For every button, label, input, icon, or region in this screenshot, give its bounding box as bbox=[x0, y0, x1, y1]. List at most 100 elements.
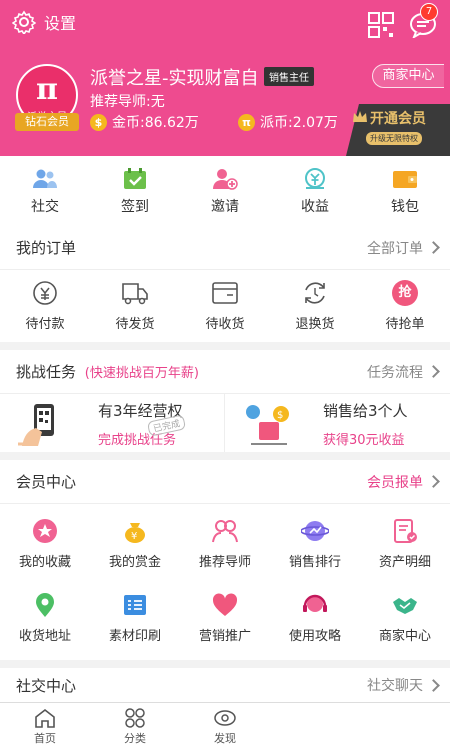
pending-payment-icon bbox=[33, 281, 57, 305]
return-icon bbox=[305, 282, 325, 304]
member-report-label: 会员报单 bbox=[367, 474, 423, 491]
ranking-icon bbox=[301, 521, 329, 541]
member-item-label: 资产明细 bbox=[378, 555, 431, 570]
orders-grid: 待付款 待发货 待收货 退换货 抢 待抢单 bbox=[0, 270, 450, 332]
quick-earnings[interactable]: 收益 bbox=[270, 156, 360, 226]
task-flow-label: 任务流程 bbox=[367, 364, 423, 381]
qr-code-icon[interactable] bbox=[368, 12, 394, 38]
member-favorites[interactable]: 我的收藏 bbox=[0, 518, 90, 570]
open-vip-sub: 升级无限特权 bbox=[366, 132, 422, 145]
member-level-badge: 钻石会员 bbox=[15, 113, 79, 131]
guide-icon bbox=[303, 594, 327, 612]
merchant-icon bbox=[393, 598, 417, 614]
profile-header: 设置 7 π 派誉之星 钻石会员 派誉之星-实现财富自 销售主任 推荐导师:无 … bbox=[0, 0, 450, 156]
mentor-text: 推荐导师:无 bbox=[90, 94, 165, 110]
earnings-icon bbox=[305, 168, 325, 189]
member-assets[interactable]: 资产明细 bbox=[360, 518, 450, 570]
settings-button[interactable]: 设置 bbox=[12, 10, 76, 34]
member-item-label: 销售排行 bbox=[288, 555, 341, 570]
quick-actions: 社交 签到 邀请 收益 钱包 bbox=[0, 156, 450, 226]
pai-coin-icon: π bbox=[238, 113, 255, 131]
quick-social[interactable]: 社交 bbox=[0, 156, 90, 226]
svg-text:$: $ bbox=[277, 410, 283, 421]
challenge-task-2[interactable]: $ 销售给3个人 获得30元收益 bbox=[225, 394, 450, 458]
member-item-label: 收货地址 bbox=[18, 629, 71, 644]
task-flow-link[interactable]: 任务流程 bbox=[367, 362, 440, 382]
challenge-subtitle: (快速挑战百万年薪) bbox=[84, 366, 199, 381]
member-item-label: 我的收藏 bbox=[18, 555, 71, 570]
quick-wallet[interactable]: 钱包 bbox=[360, 156, 450, 226]
orders-title: 我的订单 bbox=[16, 239, 77, 257]
quick-label: 社交 bbox=[31, 199, 59, 215]
social-header: 社交中心 社交聊天 bbox=[0, 668, 450, 702]
order-label: 待抢单 bbox=[385, 317, 425, 332]
nav-blank-5 bbox=[360, 703, 450, 750]
member-title: 会员中心 bbox=[16, 473, 77, 491]
chevron-right-icon bbox=[427, 678, 440, 692]
social-chat-link[interactable]: 社交聊天 bbox=[367, 675, 440, 695]
order-label: 待收货 bbox=[205, 317, 245, 332]
quick-invite[interactable]: 邀请 bbox=[180, 156, 270, 226]
member-print[interactable]: 素材印刷 bbox=[90, 592, 180, 644]
nav-category[interactable]: 分类 bbox=[90, 703, 180, 750]
member-address[interactable]: 收货地址 bbox=[0, 592, 90, 644]
pending-shipment-icon bbox=[122, 283, 148, 305]
user-name: 派誉之星-实现财富自 bbox=[90, 68, 259, 89]
member-guide[interactable]: 使用攻略 bbox=[270, 592, 360, 644]
checkin-icon bbox=[124, 168, 146, 189]
pai-coin-label: 派币:2.07万 bbox=[260, 115, 338, 131]
member-promotion[interactable]: 营销推广 bbox=[180, 592, 270, 644]
chevron-right-icon bbox=[427, 241, 440, 254]
order-pending-shipment[interactable]: 待发货 bbox=[90, 280, 180, 332]
member-report-link[interactable]: 会员报单 bbox=[367, 472, 440, 492]
challenge-section: 挑战任务 (快速挑战百万年薪) 任务流程 有3年经营权 完成挑战任务 已完成 $… bbox=[0, 342, 450, 458]
grab-order-icon: 抢 bbox=[392, 280, 418, 306]
order-pending-payment[interactable]: 待付款 bbox=[0, 280, 90, 332]
message-badge: 7 bbox=[420, 3, 438, 21]
bounty-icon: ¥ bbox=[125, 523, 145, 543]
challenge-header: 挑战任务 (快速挑战百万年薪) 任务流程 bbox=[0, 350, 450, 394]
quick-checkin[interactable]: 签到 bbox=[90, 156, 180, 226]
nav-discover[interactable]: 发现 bbox=[180, 703, 270, 750]
quick-label: 钱包 bbox=[391, 199, 419, 215]
user-title-badge: 销售主任 bbox=[264, 67, 314, 86]
member-grid-row-1: 我的收藏 ¥ 我的赏金 推荐导师 销售排行 资产明细 bbox=[0, 504, 450, 570]
member-ranking[interactable]: 销售排行 bbox=[270, 518, 360, 570]
order-label: 退换货 bbox=[295, 317, 335, 332]
settings-label: 设置 bbox=[44, 14, 77, 33]
quick-label: 邀请 bbox=[211, 199, 239, 215]
orders-section: 我的订单 全部订单 待付款 待发货 待收货 退换货 抢 待抢单 bbox=[0, 226, 450, 342]
sales-icon: $ bbox=[246, 405, 289, 445]
order-pending-receipt[interactable]: 待收货 bbox=[180, 280, 270, 332]
order-label: 待付款 bbox=[25, 317, 65, 332]
member-item-label: 营销推广 bbox=[198, 629, 251, 644]
order-grab[interactable]: 抢 待抢单 bbox=[360, 280, 450, 332]
all-orders-label: 全部订单 bbox=[367, 240, 423, 257]
member-merchant[interactable]: 商家中心 bbox=[360, 592, 450, 644]
chevron-right-icon bbox=[427, 475, 440, 488]
mentor-icon bbox=[212, 520, 238, 543]
quick-label: 签到 bbox=[121, 199, 149, 215]
challenge-task-1[interactable]: 有3年经营权 完成挑战任务 已完成 bbox=[0, 394, 225, 458]
favorite-icon bbox=[33, 519, 57, 543]
member-mentor[interactable]: 推荐导师 bbox=[180, 518, 270, 570]
member-bounty[interactable]: ¥ 我的赏金 bbox=[90, 518, 180, 570]
gear-icon bbox=[12, 10, 36, 34]
gold-coin-balance[interactable]: $ 金币:86.62万 bbox=[90, 112, 199, 132]
open-vip-button[interactable]: 开通会员 升级无限特权 bbox=[352, 108, 448, 154]
nav-home[interactable]: 首页 bbox=[0, 703, 90, 750]
pai-coin-balance[interactable]: π 派币:2.07万 bbox=[238, 112, 338, 132]
phone-scan-icon bbox=[18, 404, 54, 446]
chevron-right-icon bbox=[427, 365, 440, 378]
pending-receipt-icon bbox=[212, 282, 238, 304]
member-grid-row-2: 收货地址 素材印刷 营销推广 使用攻略 商家中心 bbox=[0, 570, 450, 644]
order-return[interactable]: 退换货 bbox=[270, 280, 360, 332]
promotion-icon bbox=[212, 593, 238, 616]
member-item-label: 使用攻略 bbox=[288, 629, 341, 644]
gold-coin-icon: $ bbox=[90, 113, 107, 131]
quick-label: 收益 bbox=[301, 199, 329, 215]
merchant-center-button[interactable]: 商家中心 bbox=[372, 64, 444, 88]
discover-icon bbox=[214, 710, 236, 726]
all-orders-link[interactable]: 全部订单 bbox=[367, 238, 440, 258]
assets-icon bbox=[394, 519, 417, 543]
